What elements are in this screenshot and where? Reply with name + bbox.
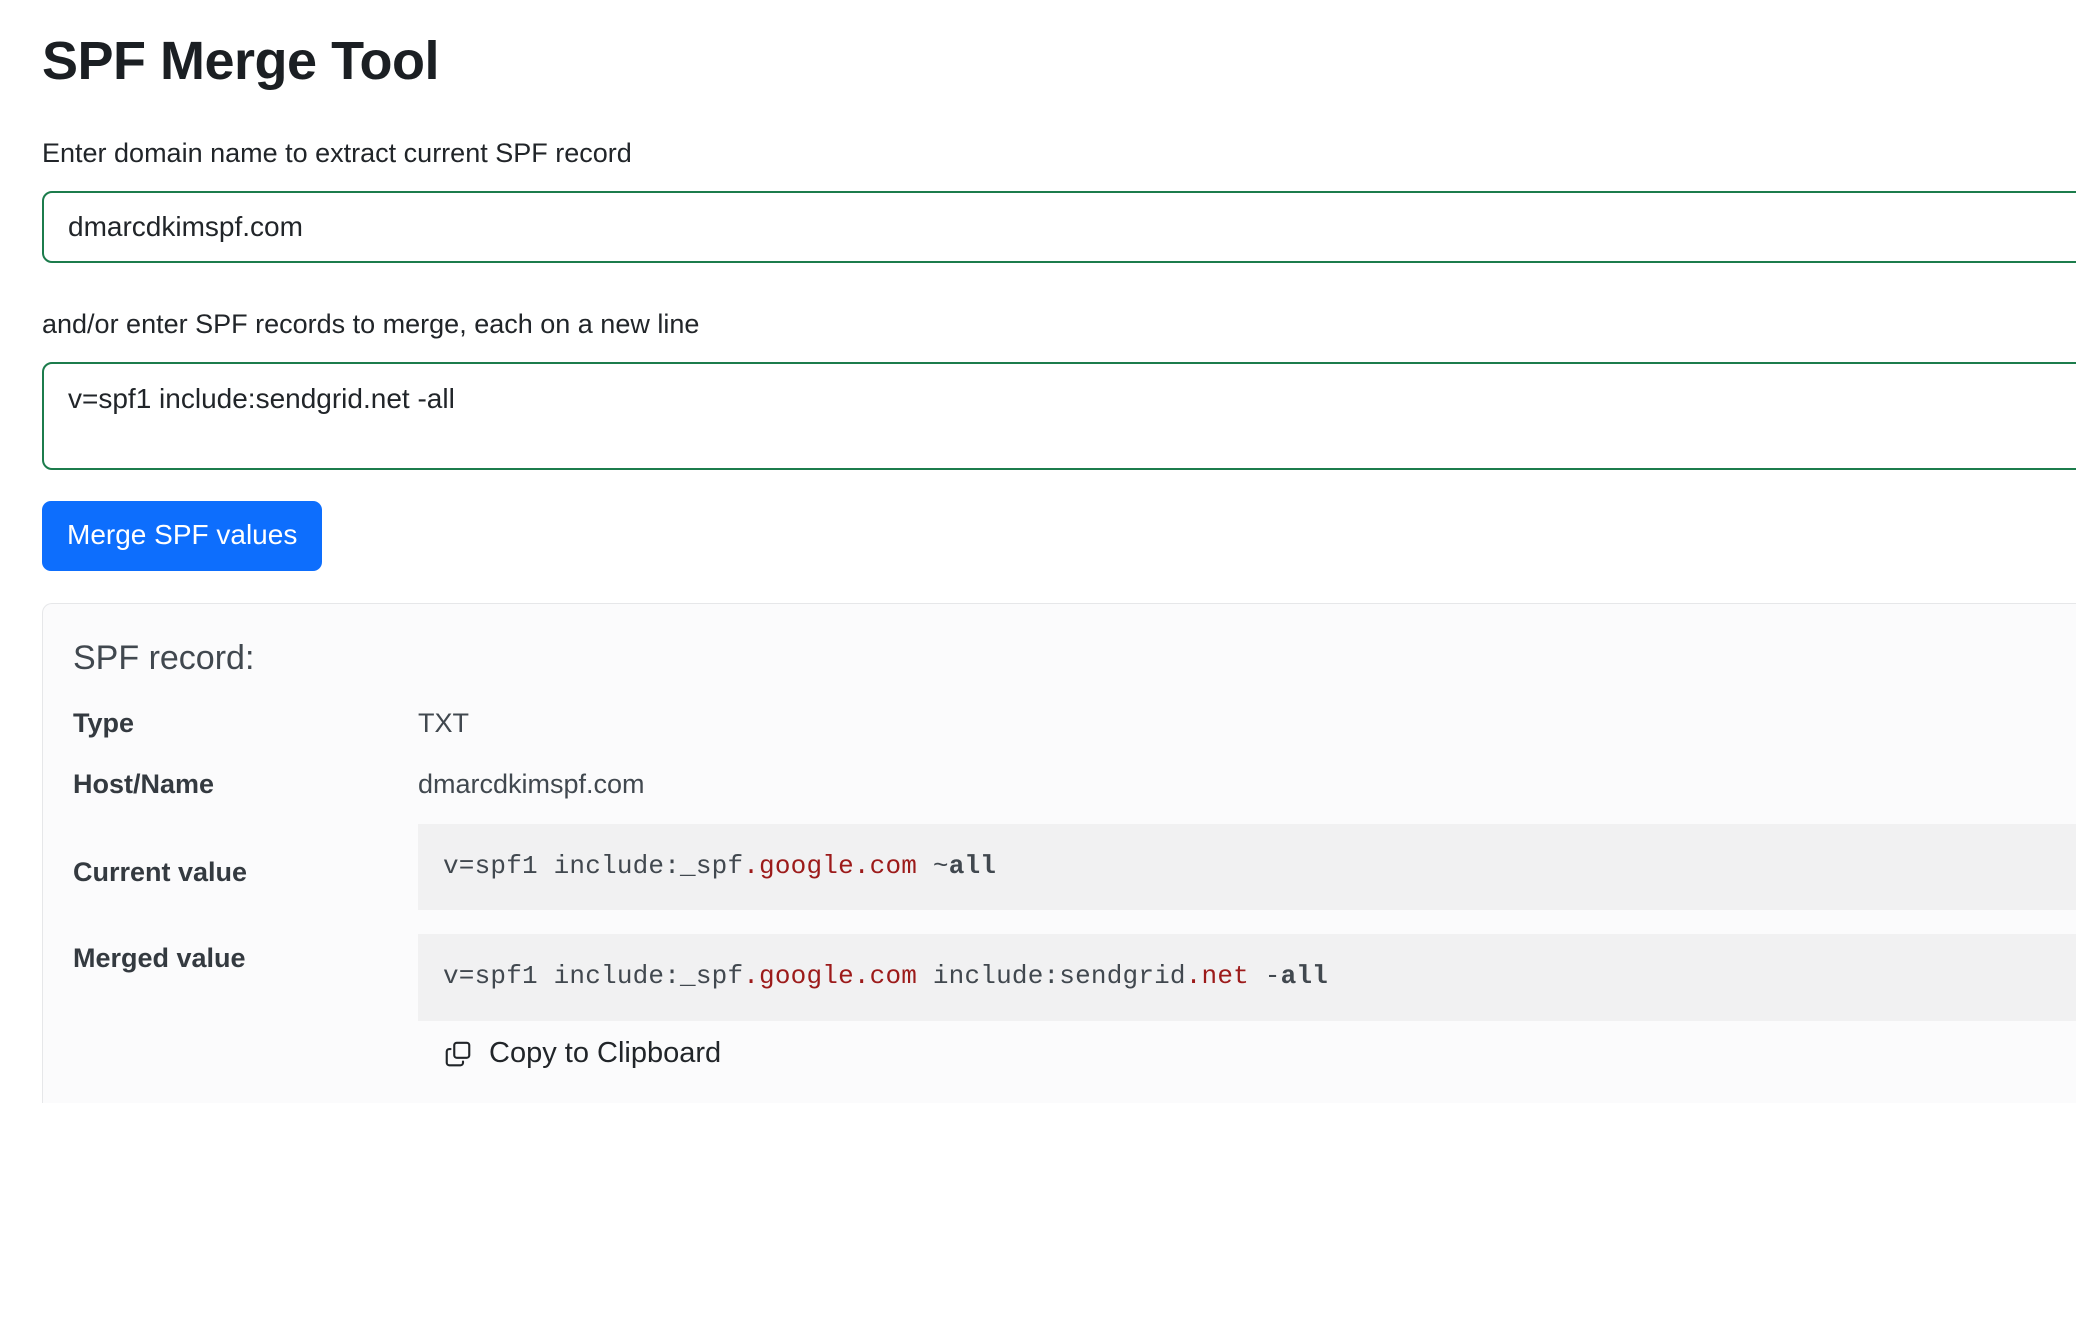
- merged-value-domain2: .net: [1185, 961, 1249, 992]
- spf-merge-tool-page: SPF Merge Tool Enter domain name to extr…: [0, 0, 2076, 1333]
- result-card-title: SPF record:: [73, 639, 255, 678]
- current-value-domain: .google.com: [743, 850, 918, 881]
- table-row-type: Type TXT: [43, 707, 2076, 768]
- copy-to-clipboard-button[interactable]: Copy to Clipboard: [443, 1039, 721, 1069]
- label-type: Type: [73, 708, 135, 739]
- table-row-host: Host/Name dmarcdkimspf.com: [43, 768, 2076, 824]
- table-row-current-value: Current value v=spf1 include:_spf.google…: [43, 823, 2076, 911]
- table-row-merged-value: Merged value v=spf1 include:_spf.google.…: [43, 910, 2076, 1092]
- label-merged-value: Merged value: [73, 943, 246, 974]
- spf-records-field-label: and/or enter SPF records to merge, each …: [42, 309, 700, 340]
- current-value-code: v=spf1 include:_spf.google.com ~all: [418, 823, 2076, 911]
- current-value-part1: v=spf1 include:_spf: [443, 850, 744, 881]
- spf-records-wrapper: [0, 362, 2076, 471]
- spf-record-table: Type TXT Host/Name dmarcdkimspf.com Curr…: [43, 707, 2076, 1092]
- code-gap-spacer: [418, 910, 2076, 934]
- merged-value-code: v=spf1 include:_spf.google.com include:s…: [418, 934, 2076, 1021]
- cell-current-value: v=spf1 include:_spf.google.com ~all: [418, 823, 2076, 911]
- value-type: TXT: [418, 708, 469, 739]
- cell-merged-value: v=spf1 include:_spf.google.com include:s…: [418, 910, 2076, 1092]
- spf-result-card: SPF record: Type TXT Host/Name dmarcdkim…: [42, 603, 2076, 1104]
- merged-value-part3: include:sendgrid: [917, 961, 1186, 992]
- page-title: SPF Merge Tool: [42, 31, 440, 91]
- current-value-all: all: [948, 850, 997, 881]
- merge-button-row: Merge SPF values: [0, 501, 2076, 572]
- merged-value-part1: v=spf1 include:_spf: [443, 961, 744, 992]
- copy-to-clipboard-label: Copy to Clipboard: [489, 1037, 722, 1070]
- domain-input[interactable]: [42, 191, 2076, 264]
- merge-spf-values-button[interactable]: Merge SPF values: [42, 501, 323, 572]
- merged-value-all: all: [1280, 961, 1328, 992]
- merged-value-sep: -: [1248, 961, 1281, 992]
- value-host: dmarcdkimspf.com: [418, 768, 645, 799]
- domain-field-label: Enter domain name to extract current SPF…: [42, 138, 632, 169]
- label-current-value: Current value: [73, 856, 248, 887]
- label-host: Host/Name: [73, 768, 215, 799]
- merged-value-domain1: .google.com: [743, 961, 918, 992]
- copy-icon: [443, 1039, 473, 1069]
- copy-button-bar: Copy to Clipboard: [418, 1020, 2076, 1092]
- current-value-sep: ~: [917, 850, 949, 881]
- domain-input-wrapper: [0, 191, 2076, 264]
- spf-records-textarea[interactable]: [42, 362, 2076, 471]
